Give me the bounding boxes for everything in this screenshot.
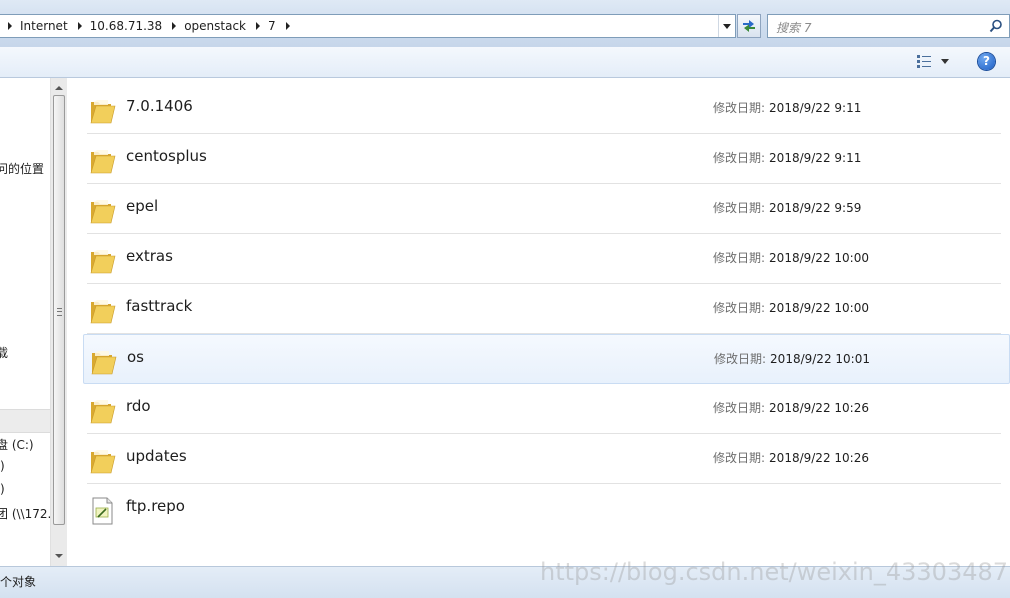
nav-item-recent-places[interactable]: 问的位置: [0, 160, 44, 177]
file-item[interactable]: ftp.repo: [83, 484, 1009, 534]
scroll-down-icon[interactable]: [55, 554, 63, 558]
refresh-icon: [743, 20, 755, 32]
watermark: https://blog.csdn.net/weixin_43303487: [540, 558, 1009, 586]
address-history-dropdown[interactable]: [718, 15, 735, 37]
item-modified-date: 修改日期: 2018/9/22 9:11: [713, 149, 861, 166]
item-modified-date: 修改日期: 2018/9/22 10:26: [713, 449, 869, 466]
folder-item[interactable]: updates 修改日期: 2018/9/22 10:26: [83, 434, 1009, 484]
modified-date-label: 修改日期:: [713, 301, 766, 315]
refresh-button[interactable]: [737, 14, 761, 38]
folder-icon: [88, 296, 116, 326]
item-name: fasttrack: [126, 297, 193, 315]
chevron-right-icon[interactable]: [172, 22, 177, 30]
folder-icon: [89, 347, 117, 377]
modified-date-label: 修改日期:: [713, 201, 766, 215]
chevron-right-icon[interactable]: [256, 22, 260, 30]
item-name: updates: [126, 447, 187, 465]
folder-item[interactable]: os 修改日期: 2018/9/22 10:01: [83, 334, 1010, 384]
nav-item-drive-e[interactable]: :): [0, 482, 5, 496]
folder-item[interactable]: 7.0.1406 修改日期: 2018/9/22 9:11: [83, 84, 1009, 134]
modified-date-value: 2018/9/22 10:00: [769, 251, 869, 265]
breadcrumb: Internet 10.68.71.38 openstack 7: [6, 15, 298, 37]
modified-date-value: 2018/9/22 10:00: [769, 301, 869, 315]
folder-icon: [88, 196, 116, 226]
modified-date-label: 修改日期:: [714, 352, 767, 366]
modified-date-label: 修改日期:: [713, 151, 766, 165]
chevron-down-icon: [723, 23, 731, 29]
chevron-right-icon[interactable]: [8, 22, 12, 30]
folder-item[interactable]: epel 修改日期: 2018/9/22 9:59: [83, 184, 1009, 234]
folder-icon: [88, 396, 116, 426]
nav-scrollbar[interactable]: [50, 78, 67, 566]
modified-date-value: 2018/9/22 9:59: [769, 201, 862, 215]
view-options-dropdown[interactable]: [941, 59, 949, 64]
grip-icon: [57, 308, 62, 316]
nav-item-drive-c[interactable]: 盘 (C:): [0, 436, 34, 453]
folder-item[interactable]: fasttrack 修改日期: 2018/9/22 10:00: [83, 284, 1009, 334]
folder-icon: [88, 246, 116, 276]
nav-item-downloads[interactable]: 载: [0, 344, 8, 361]
item-modified-date: 修改日期: 2018/9/22 10:00: [713, 249, 869, 266]
modified-date-label: 修改日期:: [713, 451, 766, 465]
folder-item[interactable]: extras 修改日期: 2018/9/22 10:00: [83, 234, 1009, 284]
folder-icon: [88, 146, 116, 176]
item-modified-date: 修改日期: 2018/9/22 9:11: [713, 99, 861, 116]
breadcrumb-host[interactable]: 10.68.71.38: [76, 19, 171, 33]
repo-file-icon: [88, 496, 116, 526]
breadcrumb-more[interactable]: [284, 22, 298, 30]
folder-icon: [88, 96, 116, 126]
address-bar[interactable]: Internet 10.68.71.38 openstack 7: [0, 14, 736, 38]
item-modified-date: 修改日期: 2018/9/22 10:26: [713, 399, 869, 416]
folder-item[interactable]: rdo 修改日期: 2018/9/22 10:26: [83, 384, 1009, 434]
modified-date-value: 2018/9/22 9:11: [769, 151, 862, 165]
breadcrumb-internet[interactable]: Internet: [6, 19, 76, 33]
modified-date-value: 2018/9/22 10:01: [770, 352, 870, 366]
modified-date-value: 2018/9/22 10:26: [769, 401, 869, 415]
nav-item-network-drive[interactable]: 团 (\\172.: [0, 505, 50, 522]
address-strip: Internet 10.68.71.38 openstack 7 搜索 7: [0, 0, 1010, 47]
navigation-pane: 问的位置 载 盘 (C:) :) :) 团 (\\172.: [0, 78, 50, 566]
modified-date-label: 修改日期:: [713, 251, 766, 265]
search-placeholder: 搜索 7: [776, 21, 812, 35]
item-name: rdo: [126, 397, 151, 415]
item-name: os: [127, 348, 144, 366]
modified-date-value: 2018/9/22 9:11: [769, 101, 862, 115]
file-list: 7.0.1406 修改日期: 2018/9/22 9:11 centosplus 修改…: [67, 78, 1010, 566]
help-icon[interactable]: ?: [978, 53, 995, 70]
item-name: 7.0.1406: [126, 97, 193, 115]
search-icon[interactable]: [989, 19, 1003, 33]
chevron-right-icon[interactable]: [285, 22, 290, 30]
breadcrumb-7[interactable]: 7: [254, 19, 284, 33]
item-name: epel: [126, 197, 159, 215]
command-bar: ?: [0, 47, 1010, 78]
nav-item-drive-d[interactable]: :): [0, 459, 5, 473]
item-modified-date: 修改日期: 2018/9/22 10:01: [714, 350, 870, 367]
item-modified-date: 修改日期: 2018/9/22 9:59: [713, 199, 861, 216]
folder-icon: [88, 446, 116, 476]
nav-section-divider: [0, 409, 50, 433]
status-item-count: 个对象: [0, 575, 37, 589]
details-view-icon[interactable]: [916, 54, 932, 69]
modified-date-label: 修改日期:: [713, 401, 766, 415]
breadcrumb-openstack[interactable]: openstack: [170, 19, 254, 33]
scroll-up-icon[interactable]: [55, 86, 63, 90]
chevron-right-icon[interactable]: [77, 22, 82, 30]
item-modified-date: 修改日期: 2018/9/22 10:00: [713, 299, 869, 316]
search-input[interactable]: 搜索 7: [767, 14, 1010, 38]
modified-date-label: 修改日期:: [713, 101, 766, 115]
item-name: centosplus: [126, 147, 207, 165]
item-name: ftp.repo: [126, 497, 185, 515]
scrollbar-thumb[interactable]: [53, 95, 65, 525]
folder-item[interactable]: centosplus 修改日期: 2018/9/22 9:11: [83, 134, 1009, 184]
item-name: extras: [126, 247, 173, 265]
modified-date-value: 2018/9/22 10:26: [769, 451, 869, 465]
